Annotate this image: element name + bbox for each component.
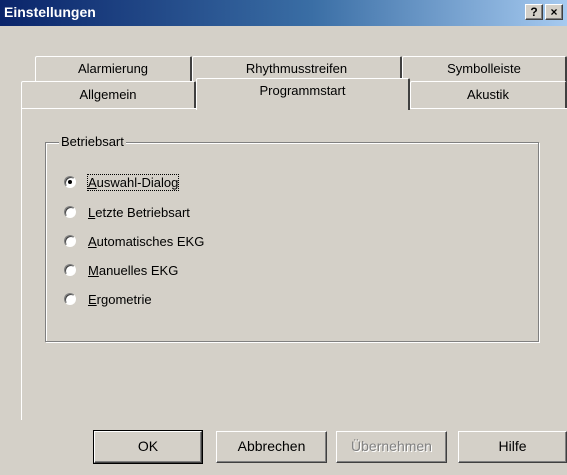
ok-button[interactable]: OK bbox=[93, 430, 203, 464]
radio-label: Ergometrie bbox=[88, 292, 152, 307]
tab-alarmierung[interactable]: Alarmierung bbox=[35, 56, 192, 82]
radio-label: Letzte Betriebsart bbox=[88, 205, 190, 220]
window-title: Einstellungen bbox=[4, 4, 96, 20]
tab-label: Symbolleiste bbox=[447, 61, 521, 76]
tab-label: Akustik bbox=[467, 87, 509, 102]
radio-label: Automatisches EKG bbox=[88, 234, 205, 249]
apply-label: Übernehmen bbox=[351, 438, 432, 454]
radio-button[interactable] bbox=[64, 264, 76, 276]
cancel-label: Abbrechen bbox=[237, 438, 306, 454]
radio-button[interactable] bbox=[64, 235, 76, 247]
tab-akustik[interactable]: Akustik bbox=[410, 81, 567, 109]
tab-label: Alarmierung bbox=[77, 61, 149, 76]
help-icon[interactable]: ? bbox=[525, 4, 543, 20]
close-icon[interactable]: × bbox=[545, 4, 563, 20]
tab-label: Programmstart bbox=[259, 83, 346, 98]
radio-button[interactable] bbox=[64, 176, 76, 188]
ok-label: OK bbox=[137, 438, 159, 454]
radio-button[interactable] bbox=[64, 293, 76, 305]
tab-allgemein[interactable]: Allgemein bbox=[21, 81, 196, 109]
radio-button[interactable] bbox=[64, 206, 76, 218]
cancel-button[interactable]: Abbrechen bbox=[216, 431, 327, 463]
radio-label: Auswahl-Dialog bbox=[86, 174, 180, 191]
help-button[interactable]: Hilfe bbox=[458, 431, 567, 463]
help-label: Hilfe bbox=[498, 438, 527, 454]
group-title: Betriebsart bbox=[59, 134, 126, 149]
title-bar[interactable]: Einstellungen ? × bbox=[0, 0, 567, 26]
apply-button[interactable]: Übernehmen bbox=[336, 431, 447, 463]
tab-symbolleiste[interactable]: Symbolleiste bbox=[402, 56, 567, 82]
tab-label: Allgemein bbox=[79, 87, 137, 102]
radio-label: Manuelles EKG bbox=[88, 263, 179, 278]
tab-programmstart[interactable]: Programmstart bbox=[196, 78, 410, 110]
tab-label: Rhythmusstreifen bbox=[245, 61, 348, 76]
